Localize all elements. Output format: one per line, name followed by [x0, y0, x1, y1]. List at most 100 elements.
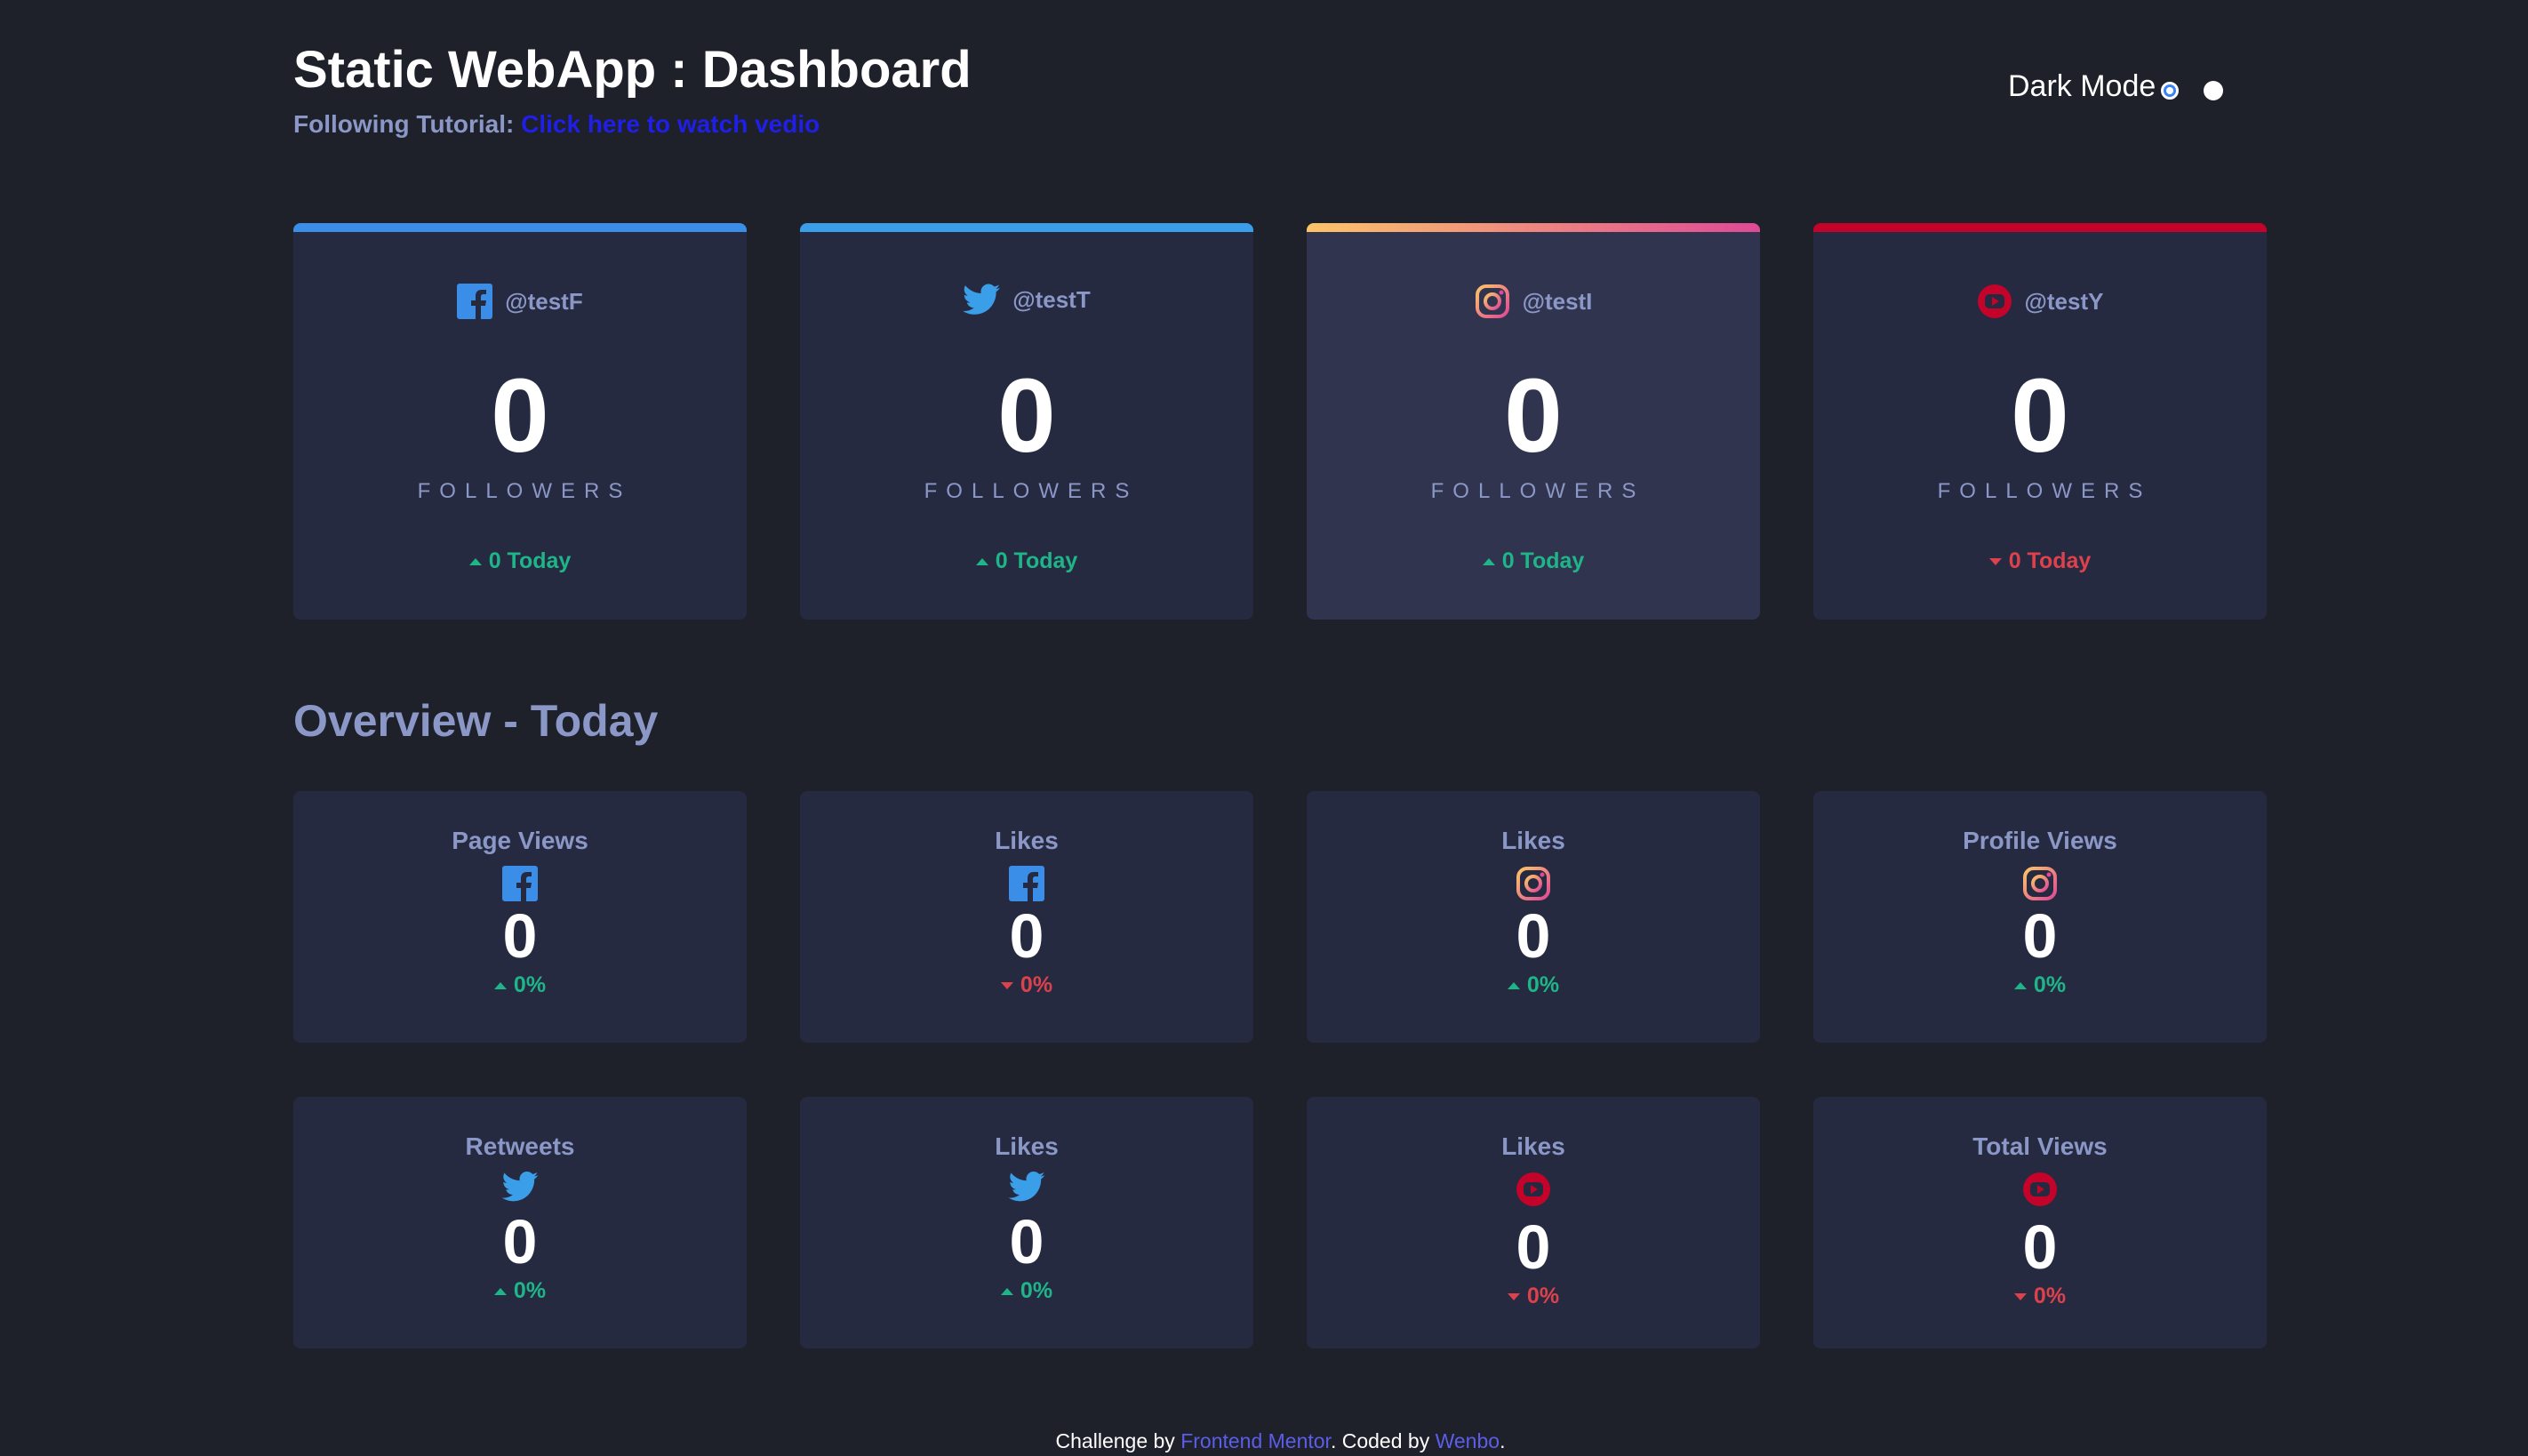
overview-pct: 0% [513, 972, 547, 997]
overview-value: 0 [1009, 1207, 1044, 1276]
today-change: 0 Today [800, 548, 1253, 574]
overview-value: 0 [1516, 901, 1551, 971]
overview-pct: 0% [1020, 972, 1053, 997]
overview-card[interactable]: Likes 0 0% [1307, 1097, 1760, 1348]
followers-card-facebook[interactable]: @testF 0 FOLLOWERS 0 Today [293, 223, 747, 620]
arrow-up-icon [468, 557, 482, 565]
overview-card[interactable]: Retweets 0 0% [293, 1097, 747, 1348]
overview-pct: 0% [1526, 1284, 1560, 1308]
overview-pct: 0% [1526, 972, 1560, 997]
overview-change: 0% [293, 972, 747, 998]
overview-card[interactable]: Profile Views 0 0% [1813, 791, 2267, 1043]
arrow-up-icon [493, 1287, 507, 1295]
tutorial-prefix: Following Tutorial: [293, 110, 515, 138]
today-change: 0 Today [1813, 548, 2267, 574]
followers-label: FOLLOWERS [417, 479, 632, 503]
overview-card-title: Likes [995, 1132, 1059, 1160]
overview-change: 0% [1307, 972, 1760, 998]
youtube-icon [1977, 284, 2012, 319]
footer-prefix: Challenge by [1055, 1429, 1175, 1452]
today-text: 0 Today [2008, 548, 2092, 573]
card-accent-bar [1813, 223, 2267, 232]
dark-mode-label: Dark Mode [2008, 69, 2156, 103]
card-accent-bar [800, 223, 1253, 232]
attribution-footer: Challenge by Frontend Mentor. Coded by W… [293, 1429, 2268, 1453]
followers-card-twitter[interactable]: @testT 0 FOLLOWERS 0 Today [800, 223, 1253, 620]
tutorial-link[interactable]: Click here to watch vedio [521, 110, 820, 138]
overview-pct: 0% [513, 1278, 547, 1303]
today-text: 0 Today [1501, 548, 1585, 573]
arrow-up-icon [975, 557, 988, 565]
arrow-down-icon [1000, 981, 1013, 989]
overview-card[interactable]: Page Views 0 0% [293, 791, 747, 1043]
overview-value: 0 [2022, 901, 2058, 971]
overview-card[interactable]: Likes 0 0% [800, 791, 1253, 1043]
facebook-icon [1009, 866, 1044, 901]
card-handle: @testY [1813, 284, 2267, 319]
card-accent-bar [1307, 223, 1760, 232]
follower-count: 0 [491, 357, 549, 475]
card-accent-bar [293, 223, 747, 232]
overview-card[interactable]: Total Views 0 0% [1813, 1097, 2267, 1348]
followers-label: FOLLOWERS [1430, 479, 1645, 503]
overview-value: 0 [2022, 1212, 2058, 1282]
overview-pct: 0% [2033, 1284, 2067, 1308]
follower-count: 0 [2011, 357, 2069, 475]
card-handle: @testF [293, 284, 747, 319]
arrow-up-icon [1507, 981, 1520, 989]
overview-card[interactable]: Likes 0 0% [800, 1097, 1253, 1348]
youtube-icon [1516, 1172, 1551, 1207]
tutorial-line: Following Tutorial: Click here to watch … [293, 110, 820, 139]
instagram-icon [1516, 866, 1551, 901]
overview-change: 0% [1307, 1284, 1760, 1309]
arrow-down-icon [1507, 1292, 1520, 1300]
overview-change: 0% [1813, 972, 2267, 998]
author-link[interactable]: Wenbo [1436, 1429, 1500, 1452]
today-change: 0 Today [1307, 548, 1760, 574]
card-handle: @testI [1307, 284, 1760, 319]
handle-text: @testY [2024, 287, 2104, 315]
overview-card-title: Likes [1501, 827, 1565, 854]
card-handle: @testT [800, 284, 1253, 316]
overview-card[interactable]: Likes 0 0% [1307, 791, 1760, 1043]
followers-label: FOLLOWERS [924, 479, 1139, 503]
arrow-up-icon [1000, 1287, 1013, 1295]
instagram-icon [2022, 866, 2058, 901]
followers-label: FOLLOWERS [1937, 479, 2152, 503]
overview-pct: 0% [1020, 1278, 1053, 1303]
youtube-icon [2022, 1172, 2058, 1207]
dark-mode-toggle: Dark Mode [2008, 69, 2224, 104]
overview-value: 0 [502, 901, 538, 971]
arrow-down-icon [1988, 557, 2002, 565]
today-change: 0 Today [293, 548, 747, 574]
overview-title: Overview - Today [293, 696, 659, 746]
follower-count: 0 [1504, 357, 1563, 475]
arrow-up-icon [1482, 557, 1495, 565]
footer-suffix: . [1500, 1429, 1506, 1452]
frontend-mentor-link[interactable]: Frontend Mentor [1180, 1429, 1331, 1452]
twitter-icon [1008, 1172, 1045, 1202]
twitter-icon [963, 284, 1001, 316]
today-text: 0 Today [488, 548, 572, 573]
handle-text: @testI [1522, 287, 1593, 315]
overview-change: 0% [1813, 1284, 2267, 1309]
dark-mode-radio-off[interactable] [2204, 80, 2224, 100]
facebook-icon [457, 284, 493, 319]
overview-card-title: Total Views [1972, 1132, 2108, 1160]
arrow-up-icon [2013, 981, 2027, 989]
arrow-down-icon [2013, 1292, 2027, 1300]
instagram-icon [1475, 284, 1510, 319]
followers-card-youtube[interactable]: @testY 0 FOLLOWERS 0 Today [1813, 223, 2267, 620]
today-text: 0 Today [995, 548, 1078, 573]
dashboard: Static WebApp : Dashboard Following Tuto… [293, 0, 2268, 1456]
overview-pct: 0% [2033, 972, 2067, 997]
twitter-icon [501, 1172, 539, 1202]
followers-card-instagram[interactable]: @testI 0 FOLLOWERS 0 Today [1307, 223, 1760, 620]
overview-card-title: Likes [1501, 1132, 1565, 1160]
dark-mode-radio-on[interactable] [2161, 81, 2180, 100]
handle-text: @testT [1012, 285, 1091, 313]
overview-change: 0% [800, 972, 1253, 998]
overview-value: 0 [1516, 1212, 1551, 1282]
footer-middle: . Coded by [1330, 1429, 1430, 1452]
overview-value: 0 [1009, 901, 1044, 971]
